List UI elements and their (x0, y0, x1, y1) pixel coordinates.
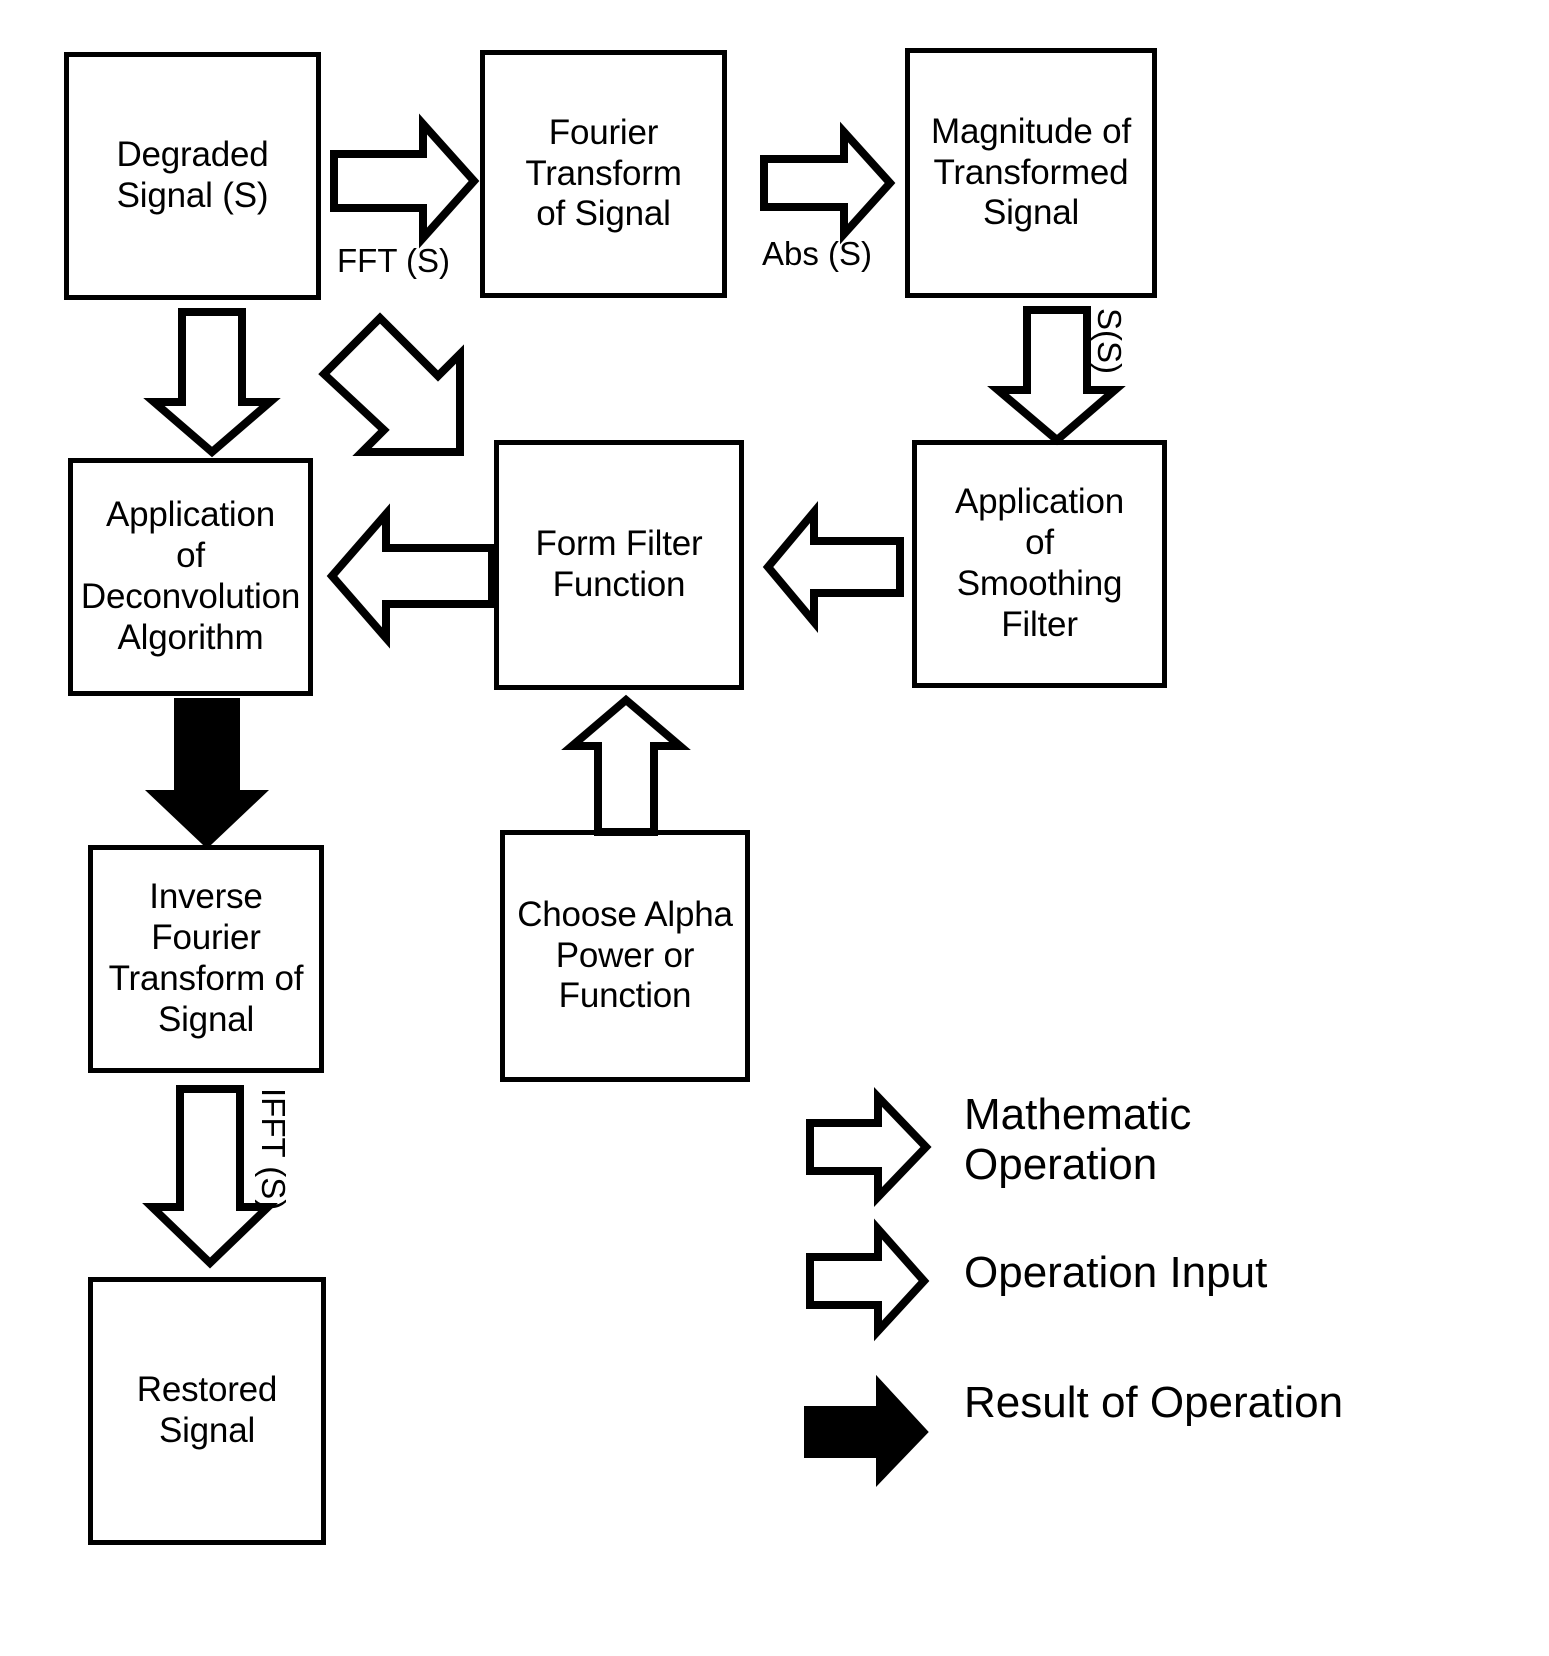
legend-icon-operation-input-arrow-icon (806, 1218, 930, 1342)
node-smoothing-filter: Application of Smoothing Filter (912, 440, 1167, 688)
node-label: Form Filter Function (535, 524, 703, 604)
legend-icon-result-of-operation-arrow-icon (804, 1374, 929, 1487)
arrow-fft-right (330, 113, 480, 249)
arrow-filter-to-deconvolution (326, 503, 496, 649)
node-label: Choose Alpha Power or Function (517, 894, 733, 1016)
node-label: Inverse Fourier Transform of Signal (108, 877, 304, 1039)
flowchart-canvas: Degraded Signal (S) Fourier Transform of… (0, 0, 1549, 1656)
edge-label-smooth: S(S) (1091, 308, 1128, 374)
node-deconvolution: Application of Deconvolution Algorithm (68, 458, 313, 696)
node-inverse-fourier: Inverse Fourier Transform of Signal (88, 845, 324, 1073)
node-label: Magnitude of Transformed Signal (931, 111, 1131, 233)
arrow-alpha-up (561, 694, 691, 836)
node-form-filter-function: Form Filter Function (494, 440, 744, 690)
legend-label-operation-input: Operation Input (964, 1248, 1268, 1297)
node-fourier-transform: Fourier Transform of Signal (480, 50, 727, 298)
legend-label-mathematic-operation: Mathematic Operation (964, 1090, 1192, 1190)
node-degraded-signal: Degraded Signal (S) (64, 52, 321, 300)
node-label: Fourier Transform of Signal (525, 112, 682, 234)
legend-icon-mathematic-operation-arrow-icon (806, 1087, 932, 1207)
node-label: Degraded Signal (S) (116, 135, 269, 215)
legend-label-result-of-operation: Result of Operation (964, 1378, 1344, 1427)
arrow-degraded-diagonal (318, 310, 470, 458)
arrow-abs-right (760, 121, 896, 245)
node-choose-alpha: Choose Alpha Power or Function (500, 830, 750, 1082)
node-restored-signal: Restored Signal (88, 1277, 326, 1545)
arrow-degraded-down (143, 308, 281, 458)
node-label: Application of Deconvolution Algorithm (80, 495, 301, 657)
node-label: Restored Signal (136, 1370, 278, 1450)
arrow-smoothing-to-filter (762, 500, 904, 634)
node-magnitude-transformed: Magnitude of Transformed Signal (905, 48, 1157, 298)
edge-label-fft: FFT (S) (337, 242, 451, 279)
edge-label-abs: Abs (S) (762, 235, 873, 272)
edge-label-ifft: IFFT (S) (255, 1088, 292, 1211)
arrow-deconvolution-result (144, 698, 270, 849)
node-label: Application of Smoothing Filter (954, 482, 1125, 644)
